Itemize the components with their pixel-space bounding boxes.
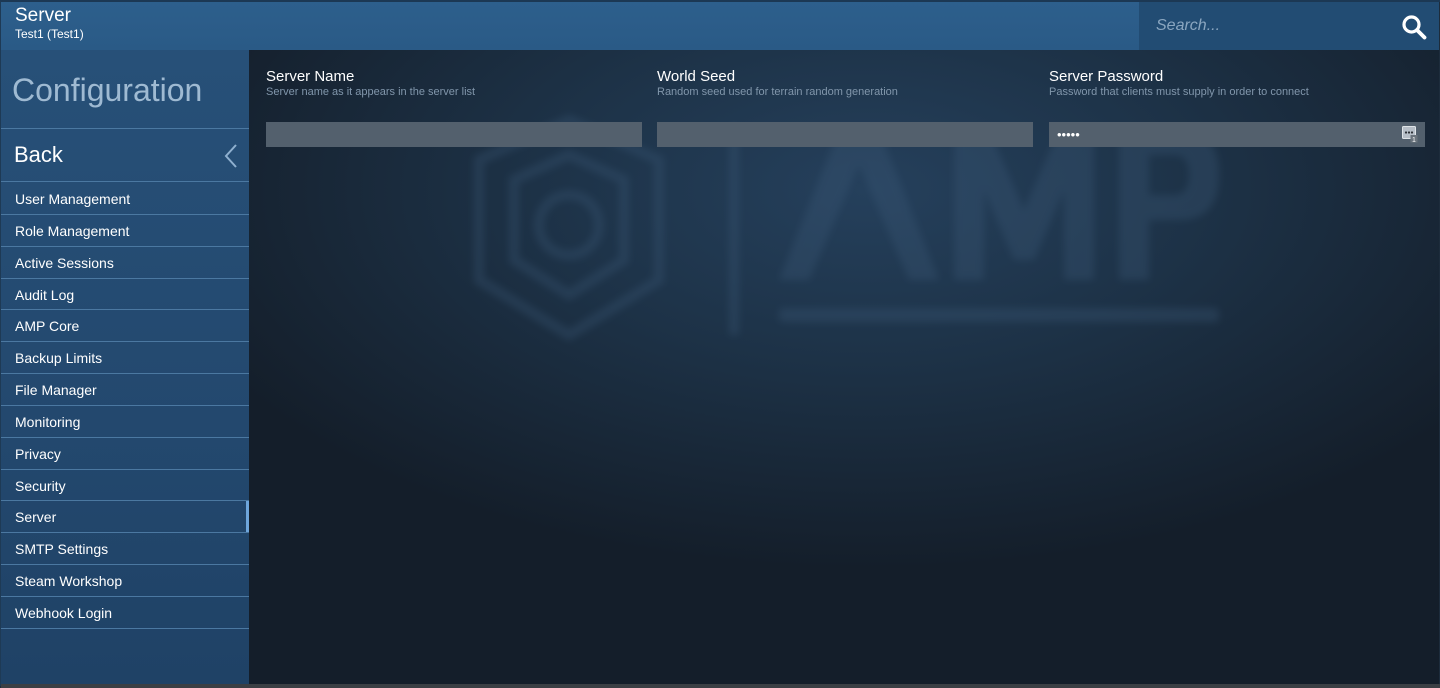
chevron-left-icon [224, 144, 237, 168]
sidebar-item-privacy[interactable]: Privacy [1, 438, 249, 470]
server-password-setting: Server Password Password that clients mu… [1049, 68, 1425, 147]
sidebar-item-label: User Management [15, 191, 131, 207]
top-header: Server Test1 (Test1) [1, 2, 1439, 50]
server-password-input[interactable] [1049, 122, 1425, 147]
sidebar-item-label: AMP Core [15, 318, 80, 335]
sidebar-heading: Configuration [12, 72, 203, 108]
sidebar-item-role-management[interactable]: Role Management [1, 215, 249, 247]
sidebar-item-user-management[interactable]: User Management [1, 183, 249, 215]
sidebar-item-label: Role Management [15, 222, 130, 239]
field-label: Server Name [266, 68, 355, 85]
sidebar-item-label: Server [15, 509, 57, 526]
bottom-border [1, 684, 1440, 688]
sidebar-item-label: Privacy [15, 445, 61, 462]
sidebar-item-monitoring[interactable]: Monitoring [1, 406, 249, 438]
sidebar-item-security[interactable]: Security [1, 470, 249, 502]
sidebar-item-label: File Manager [15, 382, 97, 399]
field-help: Random seed used for terrain random gene… [657, 86, 898, 98]
field-label: Server Password [1049, 68, 1164, 85]
page-title: Server [15, 5, 71, 26]
sidebar-item-label: Steam Workshop [15, 573, 123, 590]
search-input[interactable] [1139, 2, 1389, 50]
password-reveal-icon[interactable]: 1 [1402, 126, 1418, 143]
config-sidebar: Configuration Back User Management Role … [1, 50, 249, 684]
app-window: Server Test1 (Test1) Configuration Back … [0, 0, 1440, 688]
sidebar-item-label: Backup Limits [15, 350, 103, 367]
sidebar-item-audit-log[interactable]: Audit Log [1, 279, 249, 311]
sidebar-item-label: SMTP Settings [15, 541, 109, 558]
sidebar-item-backup-limits[interactable]: Backup Limits [1, 342, 249, 375]
svg-text:1: 1 [1412, 137, 1416, 143]
instance-subtitle: Test1 (Test1) [15, 27, 84, 41]
sidebar-item-smtp-settings[interactable]: SMTP Settings [1, 533, 249, 566]
world-seed-input[interactable] [657, 122, 1033, 147]
search-box [1139, 2, 1439, 50]
settings-panel: Server Name Server name as it appears in… [249, 50, 1439, 684]
sidebar-item-webhook-login[interactable]: Webhook Login [1, 597, 249, 629]
sidebar-item-label: Active Sessions [15, 254, 114, 271]
back-button[interactable]: Back [1, 129, 249, 182]
field-label: World Seed [657, 68, 736, 85]
config-nav-list: User Management Role Management Active S… [1, 183, 249, 629]
back-label: Back [14, 142, 63, 167]
search-icon[interactable] [1401, 14, 1427, 40]
field-help: Server name as it appears in the server … [266, 86, 476, 98]
sidebar-item-file-manager[interactable]: File Manager [1, 374, 249, 406]
server-name-input[interactable] [266, 122, 642, 147]
sidebar-item-label: Monitoring [15, 413, 81, 430]
sidebar-item-label: Audit Log [15, 286, 75, 303]
server-name-setting: Server Name Server name as it appears in… [266, 68, 642, 147]
sidebar-item-amp-core[interactable]: AMP Core [1, 310, 249, 343]
sidebar-item-server[interactable]: Server [1, 501, 249, 534]
field-help: Password that clients must supply in ord… [1049, 86, 1309, 98]
world-seed-setting: World Seed Random seed used for terrain … [657, 68, 1033, 147]
sidebar-item-label: Webhook Login [15, 604, 113, 621]
sidebar-item-label: Security [15, 477, 66, 494]
sidebar-item-active-sessions[interactable]: Active Sessions [1, 247, 249, 279]
sidebar-item-steam-workshop[interactable]: Steam Workshop [1, 565, 249, 597]
